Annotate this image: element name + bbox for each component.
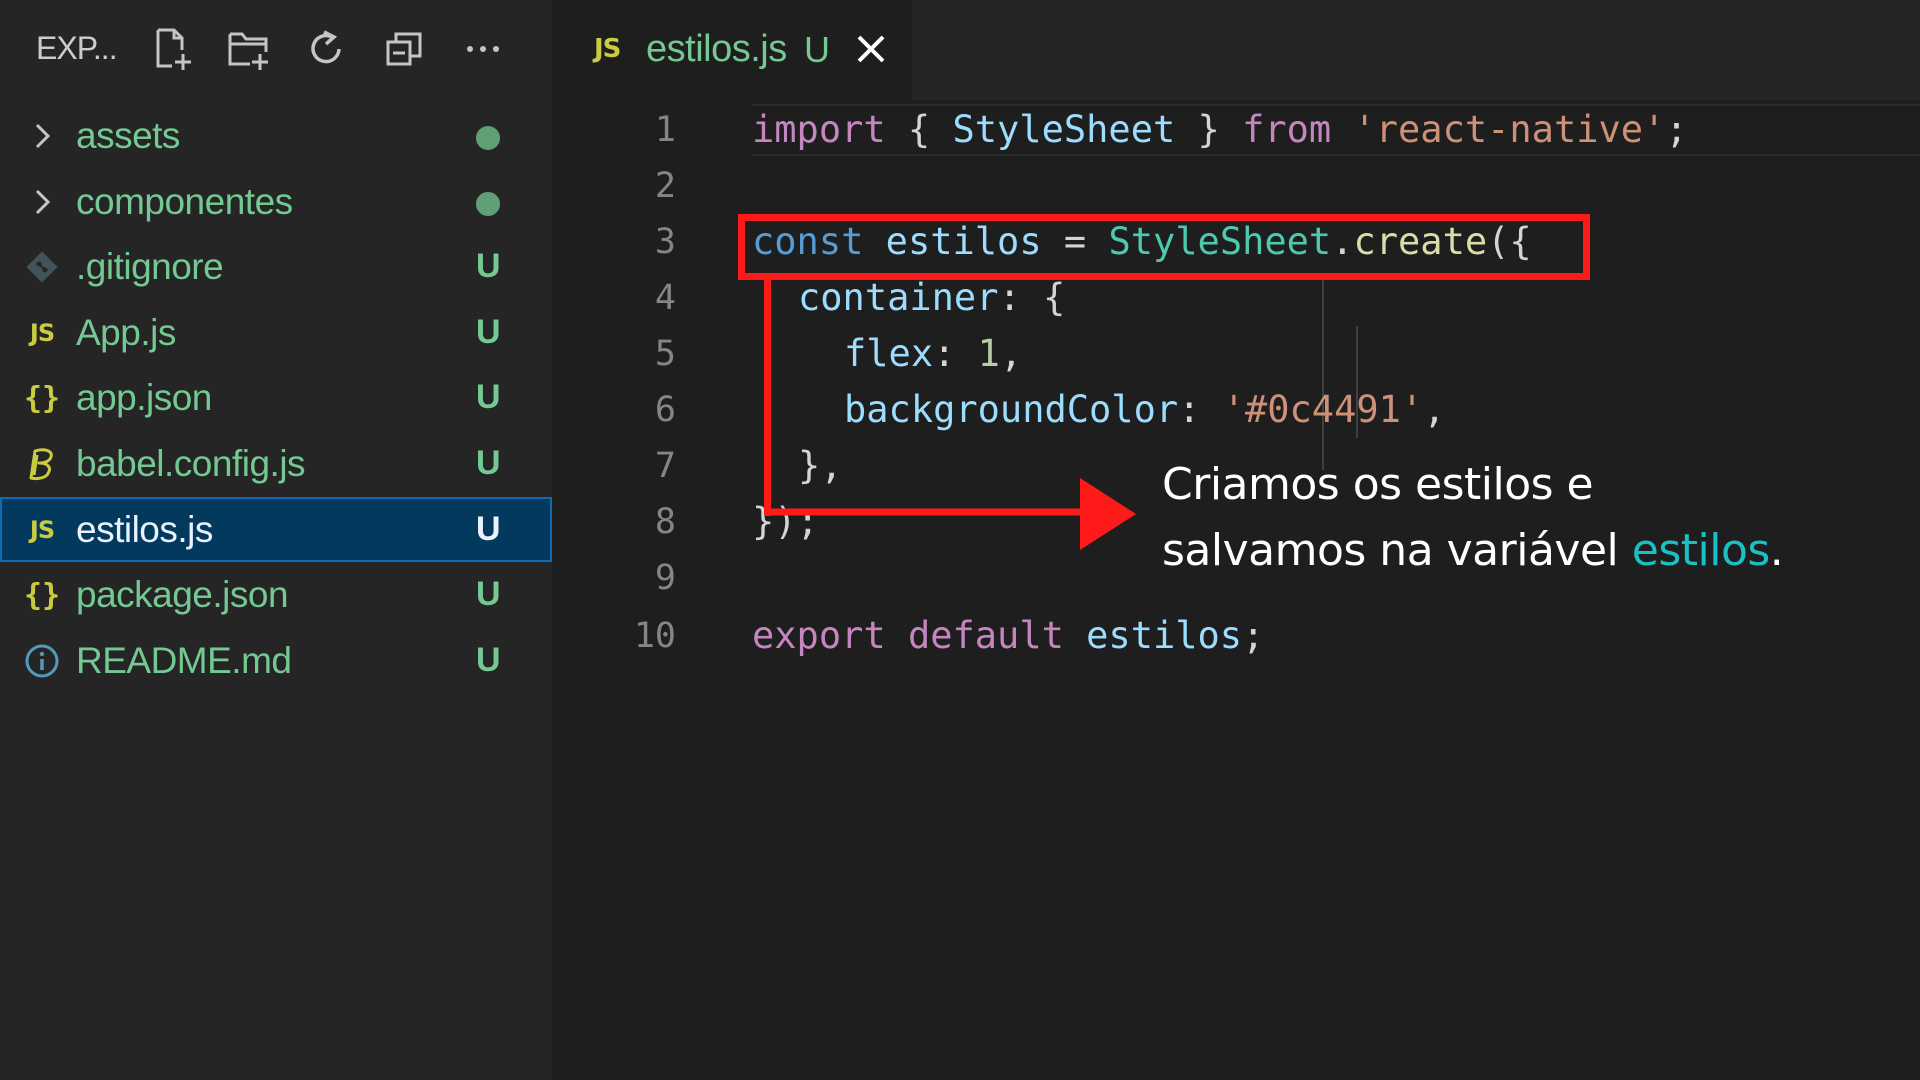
annotation-callout: Criamos os estilos e salvamos na variáve… xyxy=(1162,452,1902,584)
chevron-right-icon xyxy=(22,183,62,221)
close-tab-button[interactable] xyxy=(850,28,892,70)
tree-item-componentes[interactable]: componentes xyxy=(0,169,552,235)
code-line-2: 2 xyxy=(552,158,1920,214)
line-number: 6 xyxy=(654,390,676,430)
tab-label: estilos.js xyxy=(646,28,787,70)
refresh-icon xyxy=(311,30,341,64)
tree-item-babel-config[interactable]: babel.config.js U xyxy=(0,431,552,497)
callout-line-2: salvamos na variável estilos. xyxy=(1162,525,1784,576)
tree-item-label: estilos.js xyxy=(76,508,213,550)
code-text: backgroundColor: '#0c4491', xyxy=(844,388,1446,431)
tree-item-label: .gitignore xyxy=(76,246,224,288)
more-actions-button[interactable] xyxy=(460,26,506,72)
json-icon: {} xyxy=(23,577,61,613)
line-number: 2 xyxy=(654,166,676,206)
collapse-all-button[interactable] xyxy=(382,26,428,72)
git-status-badge: U xyxy=(476,640,501,679)
tree-item-package-json[interactable]: {} package.json U xyxy=(0,562,552,628)
new-file-icon xyxy=(156,28,191,70)
tree-item-estilos-js[interactable]: JS estilos.js U xyxy=(0,496,552,563)
code-line-6: 6 backgroundColor: '#0c4491', xyxy=(552,382,1920,438)
new-folder-button[interactable] xyxy=(226,26,272,72)
new-folder-icon xyxy=(228,32,268,70)
vscode-window: EXP... assets componentes .gitignore U J… xyxy=(0,0,1920,1080)
js-icon: JS xyxy=(29,515,55,544)
git-status-badge: U xyxy=(804,29,830,70)
collapse-all-icon xyxy=(386,32,422,66)
js-icon: JS xyxy=(594,34,621,64)
close-icon xyxy=(857,35,885,63)
line-number: 10 xyxy=(633,616,676,656)
tab-estilos-js[interactable]: JS estilos.js U xyxy=(552,0,912,100)
tree-item-app-json[interactable]: {} app.json U xyxy=(0,365,552,431)
git-status-badge: U xyxy=(476,312,501,351)
tree-item-gitignore[interactable]: .gitignore U xyxy=(0,234,552,300)
tree-item-label: README.md xyxy=(76,639,292,681)
tree-item-label: app.json xyxy=(76,377,212,419)
babel-icon xyxy=(22,445,62,483)
git-status-badge: U xyxy=(476,509,501,548)
git-status-badge: U xyxy=(476,378,501,417)
git-status-badge: U xyxy=(476,247,501,286)
code-line-5: 5 flex: 1, xyxy=(552,326,1920,382)
code-text: flex: 1, xyxy=(844,332,1023,375)
tree-item-assets[interactable]: assets xyxy=(0,103,552,169)
code-line-1: 1 import { StyleSheet } from 'react-nati… xyxy=(552,102,1920,158)
file-tree: assets componentes .gitignore U JS App.j… xyxy=(0,103,552,693)
annotation-arrow xyxy=(764,470,1136,550)
explorer-title: EXP... xyxy=(36,30,118,66)
explorer-sidebar: EXP... assets componentes .gitignore U J… xyxy=(0,0,552,1080)
explorer-header: EXP... xyxy=(0,0,552,100)
highlight-box xyxy=(738,214,1590,280)
code-line-10: 10 export default estilos; xyxy=(552,608,1920,664)
modified-dot xyxy=(476,126,500,150)
tree-item-label: assets xyxy=(76,115,180,156)
line-number: 4 xyxy=(654,278,676,318)
editor-tabbar: JS estilos.js U xyxy=(552,0,1920,100)
chevron-right-icon xyxy=(22,117,62,155)
tree-item-label: babel.config.js xyxy=(76,442,306,484)
js-icon: JS xyxy=(29,318,55,347)
line-number: 7 xyxy=(654,446,676,486)
tree-item-label: package.json xyxy=(76,574,289,616)
tree-item-label: componentes xyxy=(76,180,293,222)
line-number: 1 xyxy=(654,110,676,150)
git-status-badge: U xyxy=(476,575,501,614)
tree-item-readme[interactable]: README.md U xyxy=(0,628,552,694)
more-actions-icon xyxy=(467,46,499,52)
json-icon: {} xyxy=(23,380,61,416)
code-text: import { StyleSheet } from 'react-native… xyxy=(752,108,1688,151)
line-number: 5 xyxy=(654,334,676,374)
line-number: 9 xyxy=(654,558,676,598)
line-number: 8 xyxy=(654,502,676,542)
tree-item-app-js[interactable]: JS App.js U xyxy=(0,300,552,366)
code-text: container: { xyxy=(798,276,1066,319)
info-icon xyxy=(22,642,62,680)
line-number: 3 xyxy=(654,222,676,262)
code-text: export default estilos; xyxy=(752,614,1265,657)
git-status-badge: U xyxy=(476,443,501,482)
callout-accent: estilos xyxy=(1631,525,1771,576)
modified-dot xyxy=(476,191,500,216)
new-file-button[interactable] xyxy=(150,26,196,72)
tree-item-label: App.js xyxy=(76,311,176,353)
refresh-button[interactable] xyxy=(304,26,350,72)
git-icon xyxy=(22,248,62,286)
callout-line-1: Criamos os estilos e xyxy=(1162,459,1594,510)
